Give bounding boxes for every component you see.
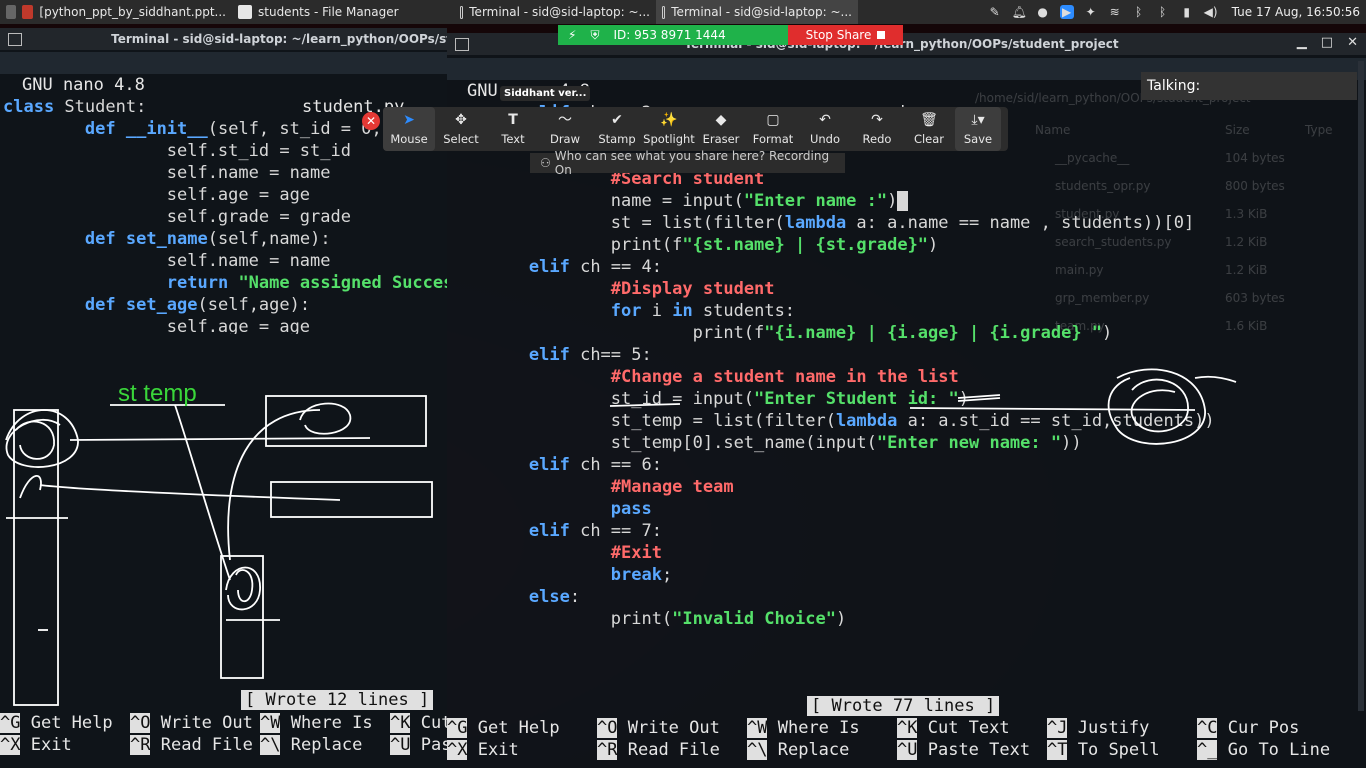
recording-notice[interactable]: ⚇ Who can see what you share here? Recor… bbox=[530, 149, 845, 177]
spotlight-icon: ✨ bbox=[660, 111, 678, 128]
tool-format[interactable]: ▢ Format bbox=[747, 107, 799, 151]
stamp-icon: ✔ bbox=[611, 111, 623, 128]
annotation-toolbar: ➤ Mouse ✥ Select T Text 〜 Draw ✔ Stamp ✨ Spotl… bbox=[383, 107, 1008, 151]
close-annotation-button[interactable]: ✕ bbox=[362, 112, 380, 130]
tool-select[interactable]: ✥ Select bbox=[435, 107, 487, 151]
format-icon: ▢ bbox=[766, 111, 780, 128]
redo-icon: ↷ bbox=[871, 111, 883, 128]
talking-indicator: Talking: bbox=[1141, 72, 1357, 100]
stop-share-button[interactable]: Stop Share bbox=[788, 25, 903, 45]
tool-mouse[interactable]: ➤ Mouse bbox=[383, 107, 435, 151]
drawn-rectangle bbox=[13, 409, 59, 706]
tool-save[interactable]: ⤓▾ Save bbox=[955, 107, 1001, 151]
presenter-tooltip: Siddhant ver... bbox=[500, 86, 591, 101]
stop-icon bbox=[877, 31, 886, 39]
cursor-icon: ➤ bbox=[403, 111, 415, 128]
trash-icon: 🗑︎ bbox=[920, 111, 938, 128]
people-icon: ⚇ bbox=[540, 156, 551, 170]
eraser-icon: ◆ bbox=[715, 111, 727, 128]
meeting-id: ID: 953 8971 1444 bbox=[613, 28, 726, 42]
drawn-circle bbox=[1107, 368, 1206, 445]
move-icon: ✥ bbox=[455, 111, 467, 128]
tool-text[interactable]: T Text bbox=[487, 107, 539, 151]
text-icon: T bbox=[508, 111, 518, 128]
tool-draw[interactable]: 〜 Draw bbox=[539, 107, 591, 151]
screen-share-bar: ⚡ ⛨ ID: 953 8971 1444 Stop Share bbox=[558, 25, 903, 45]
save-icon: ⤓▾ bbox=[971, 111, 985, 128]
meeting-info[interactable]: ⚡ ⛨ ID: 953 8971 1444 bbox=[558, 25, 788, 45]
drawn-text-label: st temp bbox=[118, 380, 197, 407]
draw-icon: 〜 bbox=[558, 111, 572, 128]
tool-redo[interactable]: ↷ Redo bbox=[851, 107, 903, 151]
tool-spotlight[interactable]: ✨ Spotlight bbox=[643, 107, 695, 151]
tool-stamp[interactable]: ✔ Stamp bbox=[591, 107, 643, 151]
tool-eraser[interactable]: ◆ Eraser bbox=[695, 107, 747, 151]
signal-icon: ⚡ bbox=[568, 28, 577, 42]
tool-undo[interactable]: ↶ Undo bbox=[799, 107, 851, 151]
tool-clear[interactable]: 🗑︎ Clear bbox=[903, 107, 955, 151]
shield-icon: ⛨ bbox=[590, 27, 600, 42]
drawn-rectangle bbox=[270, 481, 433, 518]
undo-icon: ↶ bbox=[819, 111, 831, 128]
